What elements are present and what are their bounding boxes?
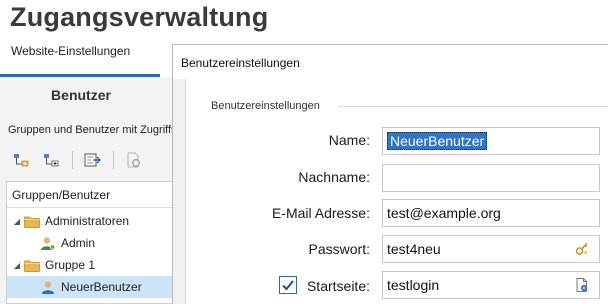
- tree-item-administratoren[interactable]: ◢ Administratoren: [7, 210, 172, 232]
- dialog-titlebar[interactable]: Benutzereinstellungen: [173, 45, 608, 79]
- page-link-icon[interactable]: [575, 278, 589, 292]
- app-title: Zugangsverwaltung: [10, 2, 269, 32]
- tree-item-gruppe-1[interactable]: ◢ Gruppe 1: [7, 254, 172, 276]
- startseite-value: testlogin: [387, 277, 440, 293]
- expand-arrow-icon[interactable]: ◢: [11, 217, 23, 226]
- nachname-label: Nachname:: [298, 169, 370, 185]
- toolbar-separator: [72, 151, 73, 169]
- expand-arrow-icon[interactable]: ◢: [11, 261, 23, 270]
- email-value: test@example.org: [387, 205, 501, 221]
- toolbar-separator: [113, 151, 114, 169]
- key-generate-icon[interactable]: [575, 242, 589, 256]
- add-user-icon: [44, 154, 59, 167]
- user-icon: [39, 279, 57, 295]
- passwort-value: test4neu: [387, 241, 441, 257]
- tab-website-einstellungen[interactable]: Website-Einstellungen: [11, 44, 130, 58]
- tree-item-neuerbenutzer[interactable]: NeuerBenutzer: [7, 276, 172, 298]
- name-value: NeuerBenutzer: [387, 132, 488, 150]
- dialog-title: Benutzereinstellungen: [181, 56, 300, 70]
- tree-item-label: NeuerBenutzer: [61, 280, 142, 294]
- delete-button[interactable]: [124, 150, 144, 170]
- delete-icon: [127, 152, 140, 168]
- nachname-field[interactable]: [382, 164, 600, 192]
- name-field[interactable]: NeuerBenutzer: [382, 127, 600, 155]
- user-icon: [39, 235, 57, 251]
- tree-item-admin[interactable]: Admin: [7, 232, 172, 254]
- email-label: E-Mail Adresse:: [271, 205, 370, 221]
- startseite-checkbox[interactable]: [279, 276, 297, 294]
- tree-item-label: Admin: [61, 236, 96, 250]
- export-button[interactable]: [83, 150, 103, 170]
- startseite-field[interactable]: testlogin: [382, 271, 600, 299]
- tab-benutzer[interactable]: Benutzer: [0, 77, 162, 113]
- checkmark-icon: [282, 280, 294, 291]
- export-icon: [84, 153, 101, 167]
- startseite-label: Startseite:: [306, 278, 370, 294]
- group-user-tree[interactable]: Gruppen/Benutzer ◢ Administratoren Admin…: [6, 181, 172, 304]
- section-divider: [338, 106, 608, 107]
- passwort-field[interactable]: test4neu: [382, 235, 600, 263]
- name-label: Name:: [328, 132, 370, 148]
- folder-icon: [23, 257, 41, 273]
- folder-icon: [23, 213, 41, 229]
- add-user-button[interactable]: [42, 150, 62, 170]
- passwort-label: Passwort:: [308, 241, 370, 257]
- tree-header: Gruppen/Benutzer: [7, 182, 172, 208]
- tree-item-label: Administratoren: [45, 214, 130, 228]
- add-group-button[interactable]: [12, 150, 32, 170]
- panel-description: Gruppen und Benutzer mit Zugriffsrechten: [8, 124, 172, 136]
- tree-toolbar: [12, 150, 154, 170]
- tree-item-label: Gruppe 1: [45, 258, 96, 272]
- add-group-icon: [14, 154, 29, 167]
- section-title: Benutzereinstellungen: [211, 100, 320, 112]
- email-field[interactable]: test@example.org: [382, 199, 600, 227]
